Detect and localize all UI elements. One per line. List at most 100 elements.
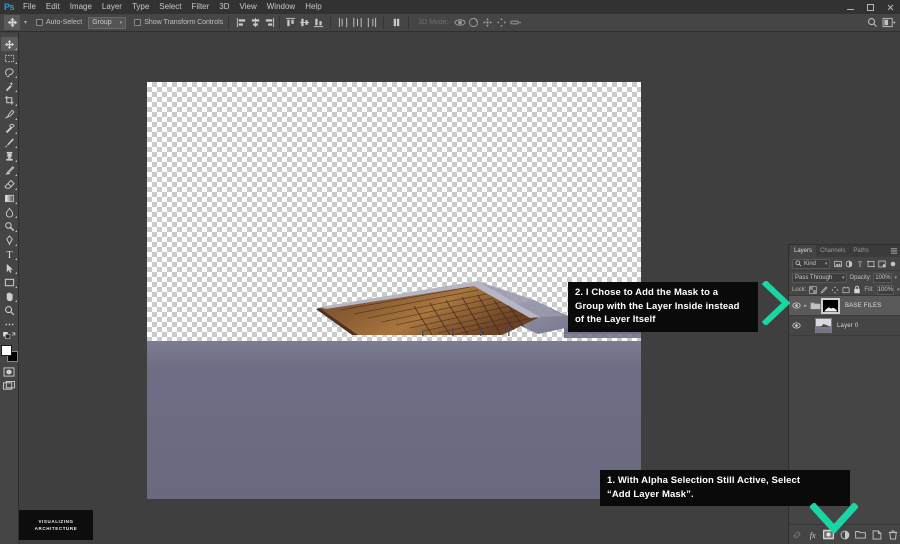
maximize-icon[interactable] [860, 0, 880, 14]
distribute-bottom-edges-icon[interactable] [364, 16, 378, 30]
align-horizontal-centers-icon[interactable] [248, 16, 262, 30]
layer-visibility-toggle[interactable] [791, 302, 802, 309]
spot-healing-brush-tool[interactable] [1, 121, 18, 135]
lasso-tool[interactable] [1, 65, 18, 79]
align-bottom-edges-icon[interactable] [311, 16, 325, 30]
slide-3d-icon[interactable] [495, 16, 509, 30]
panel-menu-icon[interactable] [890, 247, 898, 255]
menu-item-select[interactable]: Select [154, 0, 186, 14]
edit-toolbar-tool[interactable] [1, 317, 18, 331]
brush-tool[interactable] [1, 135, 18, 149]
link-layers-button[interactable] [791, 529, 802, 540]
type-layer-filter-icon[interactable]: T [855, 259, 864, 268]
quick-selection-tool[interactable] [1, 79, 18, 93]
layer-filter-kind-dropdown[interactable]: Kind ▾ [792, 259, 830, 269]
eyedropper-tool[interactable] [1, 107, 18, 121]
move-tool-icon[interactable] [4, 15, 20, 30]
pixel-layer-filter-icon[interactable] [833, 259, 842, 268]
menu-item-view[interactable]: View [235, 0, 262, 14]
minimize-icon[interactable] [840, 0, 860, 14]
auto-select-checkbox-box[interactable] [36, 19, 43, 26]
search-icon[interactable] [865, 16, 879, 30]
screen-mode-icon[interactable] [1, 379, 18, 393]
lock-position-icon[interactable] [831, 285, 839, 294]
zoom-tool[interactable] [1, 303, 18, 317]
fill-chevron-down-icon[interactable]: ▾ [897, 287, 900, 293]
orbit-3d-icon[interactable] [453, 16, 467, 30]
layer-row-layer-0[interactable]: Layer 0 [789, 316, 900, 336]
lock-image-pixels-icon[interactable] [820, 285, 828, 294]
history-brush-tool[interactable] [1, 163, 18, 177]
menu-item-layer[interactable]: Layer [97, 0, 127, 14]
menu-item-filter[interactable]: Filter [187, 0, 215, 14]
align-more-icon[interactable] [389, 16, 403, 30]
layer-name-base-files[interactable]: BASE FILES [845, 303, 881, 309]
crop-tool[interactable] [1, 93, 18, 107]
show-transform-checkbox-box[interactable] [134, 19, 141, 26]
color-swatches[interactable] [1, 345, 18, 362]
filter-toggle-icon[interactable] [888, 259, 897, 268]
distribute-top-edges-icon[interactable] [336, 16, 350, 30]
blend-mode-dropdown[interactable]: Pass Through ▾ [792, 273, 847, 283]
shape-layer-filter-icon[interactable] [866, 259, 875, 268]
group-expand-chevron-icon[interactable]: ▸ [802, 303, 809, 309]
quick-mask-mode-icon[interactable] [1, 365, 18, 379]
delete-layer-button[interactable] [887, 529, 898, 540]
auto-select-scope-dropdown[interactable]: Group ▾ [88, 17, 126, 29]
foreground-color-swatch[interactable] [1, 345, 12, 356]
dodge-tool[interactable] [1, 219, 18, 233]
menu-item-file[interactable]: File [18, 0, 41, 14]
align-left-edges-icon[interactable] [234, 16, 248, 30]
rectangular-marquee-tool[interactable] [1, 51, 18, 65]
close-icon[interactable] [880, 0, 900, 14]
roll-3d-icon[interactable] [467, 16, 481, 30]
menu-item-edit[interactable]: Edit [41, 0, 65, 14]
rectangle-tool[interactable] [1, 275, 18, 289]
lock-transparent-pixels-icon[interactable] [809, 285, 817, 294]
tool-preset-chevron-icon[interactable]: ▾ [21, 19, 30, 26]
layer-visibility-toggle[interactable] [791, 322, 802, 329]
clone-stamp-tool[interactable] [1, 149, 18, 163]
tool-more-corner-icon [15, 258, 17, 260]
scale-3d-icon[interactable] [509, 16, 523, 30]
menu-item-help[interactable]: Help [300, 0, 326, 14]
workspace-switcher-icon[interactable] [882, 16, 896, 30]
distribute-vertical-centers-icon[interactable] [350, 16, 364, 30]
opacity-value[interactable]: 100% [873, 273, 892, 283]
align-top-edges-icon[interactable] [283, 16, 297, 30]
adjustment-layer-filter-icon[interactable] [844, 259, 853, 268]
lock-artboard-nesting-icon[interactable] [842, 285, 850, 294]
layer-thumbnail[interactable] [815, 318, 832, 333]
tab-paths[interactable]: Paths [849, 245, 872, 257]
opacity-chevron-down-icon[interactable]: ▾ [894, 275, 897, 281]
watermark-logo: VISUALIZING ARCHITECTURE [19, 510, 93, 540]
gradient-tool[interactable] [1, 191, 18, 205]
blur-tool[interactable] [1, 205, 18, 219]
auto-select-checkbox[interactable]: Auto-Select [36, 19, 82, 26]
pen-tool[interactable] [1, 233, 18, 247]
eraser-tool[interactable] [1, 177, 18, 191]
move-tool[interactable] [1, 37, 18, 51]
new-layer-button[interactable] [871, 529, 882, 540]
layer-name-layer-0[interactable]: Layer 0 [837, 323, 858, 329]
menu-item-window[interactable]: Window [262, 0, 300, 14]
tab-layers[interactable]: Layers [790, 245, 816, 257]
default-colors-icon[interactable] [1, 331, 18, 342]
align-vertical-centers-icon[interactable] [297, 16, 311, 30]
smart-object-filter-icon[interactable] [877, 259, 886, 268]
fill-value[interactable]: 100% [877, 285, 894, 295]
align-right-edges-icon[interactable] [262, 16, 276, 30]
lock-all-icon[interactable] [853, 285, 861, 294]
menu-item-image[interactable]: Image [65, 0, 97, 14]
show-transform-controls-checkbox[interactable]: Show Transform Controls [134, 19, 223, 26]
path-selection-tool[interactable] [1, 261, 18, 275]
layer-row-base-files[interactable]: ▸ BASE FILES [789, 296, 900, 316]
document-canvas[interactable] [147, 82, 641, 499]
pan-3d-icon[interactable] [481, 16, 495, 30]
menu-item-type[interactable]: Type [127, 0, 154, 14]
hand-tool[interactable] [1, 289, 18, 303]
menu-item-3d[interactable]: 3D [214, 0, 234, 14]
layer-mask-thumbnail[interactable] [821, 298, 840, 314]
horizontal-type-tool[interactable]: T [1, 247, 18, 261]
tab-channels[interactable]: Channels [816, 245, 849, 257]
